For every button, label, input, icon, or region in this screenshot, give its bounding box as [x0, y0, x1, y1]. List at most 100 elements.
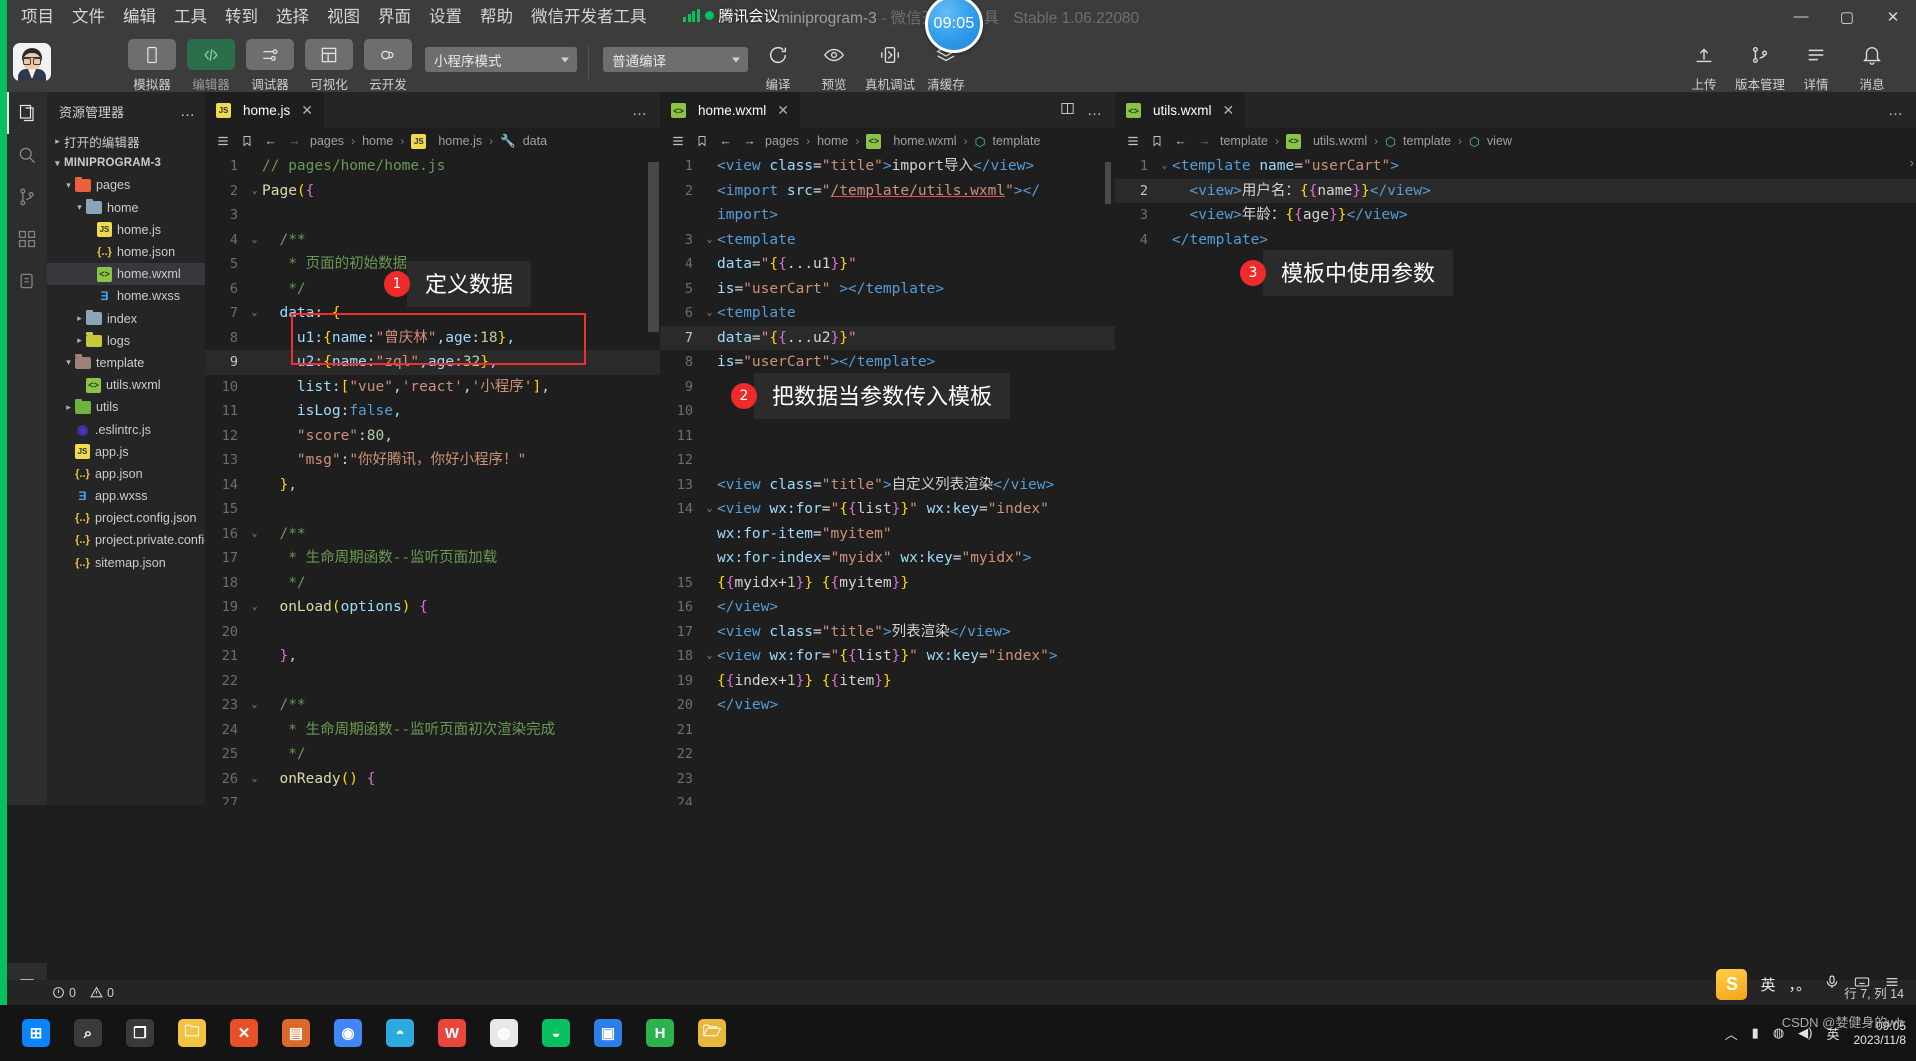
tencent-meeting[interactable]: ▣	[582, 1005, 634, 1061]
fold-icon[interactable]: ⌄	[247, 228, 262, 253]
scrollbar-js[interactable]	[648, 162, 659, 332]
menu-item-9[interactable]: 帮助	[471, 3, 522, 31]
code-line[interactable]: 8 u1:{name:"曾庆林",age:18},	[205, 326, 660, 351]
task-view[interactable]: ❐	[114, 1005, 166, 1061]
code-line[interactable]: 12 "score":80,	[205, 424, 660, 449]
minimize-button[interactable]: —	[1778, 0, 1824, 33]
code-line[interactable]: 4 data="{{...u1}}"	[660, 252, 1115, 277]
tree-item-app.json[interactable]: {..} app.json	[47, 463, 205, 485]
code-line[interactable]: 15	[205, 497, 660, 522]
explorer-more-icon[interactable]: …	[180, 103, 196, 120]
toolbar-button-可视化[interactable]: 可视化	[304, 39, 354, 93]
code-line[interactable]: 17 <view class="title">列表渲染</view>	[660, 620, 1115, 645]
microphone-icon[interactable]	[1824, 974, 1840, 994]
action-上传[interactable]: 上传	[1678, 40, 1730, 93]
breadcrumb-item[interactable]: home	[817, 134, 848, 148]
tree-item-index[interactable]: ▸ index	[47, 308, 205, 330]
code-line[interactable]: 11 isLog:false,	[205, 399, 660, 424]
toolbar-button-模拟器[interactable]: 模拟器	[127, 39, 177, 93]
fold-icon[interactable]: ⌄	[702, 301, 717, 326]
code-line[interactable]: 13 "msg":"你好腾讯，你好小程序！"	[205, 448, 660, 473]
tree-arrow-icon[interactable]: ▾	[73, 202, 86, 213]
code-line[interactable]: 20	[205, 620, 660, 645]
tree-item-app.wxss[interactable]: Ǝapp.wxss	[47, 485, 205, 507]
tree-item-template[interactable]: ▾ template	[47, 352, 205, 374]
breadcrumb-item[interactable]: template	[1220, 134, 1268, 148]
code-line[interactable]: 23	[660, 767, 1115, 792]
code-line[interactable]: 24	[660, 791, 1115, 805]
tree-item-home.json[interactable]: {..} home.json	[47, 241, 205, 263]
fold-icon[interactable]: ⌄	[247, 595, 262, 620]
chrome-browser[interactable]: ◉	[322, 1005, 374, 1061]
more-icon[interactable]: …	[632, 102, 647, 119]
forward-arrow-icon[interactable]: →	[741, 134, 758, 148]
breadcrumb-item[interactable]: template	[992, 134, 1040, 148]
minimap-wxml[interactable]	[1105, 162, 1111, 204]
code-line[interactable]: 11	[660, 424, 1115, 449]
tree-item-utils[interactable]: ▸ utils	[47, 396, 205, 418]
tab-home-wxml[interactable]: <> home.wxml ✕	[660, 92, 800, 128]
menu-item-10[interactable]: 微信开发者工具	[522, 3, 656, 31]
tray-battery-icon[interactable]: ▮	[1752, 1025, 1759, 1041]
outline-icon[interactable]	[669, 134, 686, 148]
ime-lang[interactable]: 英	[1760, 974, 1775, 995]
code-line[interactable]: 9 u2:{name:"zql",age:32},	[205, 350, 660, 375]
tree-item-project.private.config.json[interactable]: {..} project.private.config.json	[47, 529, 238, 551]
tree-item-pages[interactable]: ▾ pages	[47, 174, 205, 196]
code-line[interactable]: 2 <import src="/template/utils.wxml"></	[660, 179, 1115, 204]
project-root[interactable]: ▾ MINIPROGRAM-3	[47, 152, 205, 174]
toolbar-button-云开发[interactable]: 云开发	[363, 39, 413, 93]
code-line[interactable]: 14 ⌄ <view wx:for="{{list}}" wx:key="index…	[660, 497, 1115, 522]
fold-icon[interactable]: ⌄	[247, 301, 262, 326]
outline-icon[interactable]	[1124, 134, 1141, 148]
code-line[interactable]: 12	[660, 448, 1115, 473]
code-line[interactable]: 5 is="userCart" ></template>	[660, 277, 1115, 302]
code-line[interactable]: 16 ⌄ /**	[205, 522, 660, 547]
breadcrumb-item[interactable]: pages	[310, 134, 344, 148]
close-icon[interactable]: ✕	[301, 102, 313, 119]
back-arrow-icon[interactable]: ←	[1172, 134, 1189, 148]
breadcrumb-item[interactable]: pages	[765, 134, 799, 148]
code-line[interactable]: 4 </template>	[1115, 228, 1916, 253]
action-真机调试[interactable]: 真机调试	[864, 40, 916, 93]
code-line[interactable]: 10 list:["vue",'react','小程序'],	[205, 375, 660, 400]
fold-icon[interactable]: ⌄	[702, 497, 717, 522]
code-line[interactable]: wx:for-index="myidx" wx:key="myidx">	[660, 546, 1115, 571]
tree-item-home.wxml[interactable]: <> home.wxml	[47, 263, 205, 286]
breadcrumb-item[interactable]: home.wxml	[893, 134, 956, 148]
code-line[interactable]: 2 <view>用户名：{{name}}</view>	[1115, 178, 1916, 203]
code-area-home-wxml[interactable]: 1 <view class="title">import导入</view> 2 <im…	[660, 154, 1115, 805]
menu-item-0[interactable]: 项目	[12, 3, 63, 31]
code-line[interactable]: 4 ⌄ /**	[205, 228, 660, 253]
breadcrumb-item[interactable]: view	[1487, 134, 1512, 148]
menu-item-1[interactable]: 文件	[63, 3, 114, 31]
action-预览[interactable]: 预览	[808, 40, 860, 93]
hamburger-icon[interactable]	[1884, 974, 1900, 994]
code-line[interactable]: 1 <view class="title">import导入</view>	[660, 154, 1115, 179]
fold-icon[interactable]: ⌄	[1157, 154, 1172, 179]
mode-select[interactable]: 小程序模式	[425, 47, 577, 72]
toolbar-button-调试器[interactable]: 调试器	[245, 39, 295, 93]
code-line[interactable]: 1 // pages/home/home.js	[205, 154, 660, 179]
back-arrow-icon[interactable]: ←	[262, 134, 279, 148]
more-icon[interactable]: …	[1888, 102, 1903, 119]
split-editor-icon[interactable]	[1060, 101, 1075, 120]
bookmark-icon[interactable]	[1148, 134, 1165, 148]
fold-icon[interactable]: ⌄	[247, 767, 262, 792]
tree-arrow-icon[interactable]: ▸	[62, 402, 75, 413]
toolbar-button-编辑器[interactable]: 编辑器	[186, 39, 236, 93]
close-button[interactable]: ✕	[1870, 0, 1916, 33]
menu-item-5[interactable]: 选择	[267, 3, 318, 31]
tree-item-sitemap.json[interactable]: {..} sitemap.json	[47, 552, 205, 574]
open-editors-section[interactable]: ▸ 打开的编辑器	[47, 130, 205, 152]
code-line[interactable]: 8 is="userCart"></template>	[660, 350, 1115, 375]
code-area-utils-wxml[interactable]: 1 ⌄ <template name="userCart"> 2 <view>用户名：…	[1115, 154, 1916, 805]
code-line[interactable]: 17 * 生命周期函数--监听页面加载	[205, 546, 660, 571]
menu-item-7[interactable]: 界面	[369, 3, 420, 31]
bookmark-icon[interactable]	[693, 134, 710, 148]
tab-home-js[interactable]: JS home.js ✕	[205, 92, 325, 128]
code-line[interactable]: 25 */	[205, 742, 660, 767]
search-taskbar[interactable]: ⌕	[62, 1005, 114, 1061]
menu-item-2[interactable]: 编辑	[114, 3, 165, 31]
breadcrumb-item[interactable]: home.js	[438, 134, 482, 148]
